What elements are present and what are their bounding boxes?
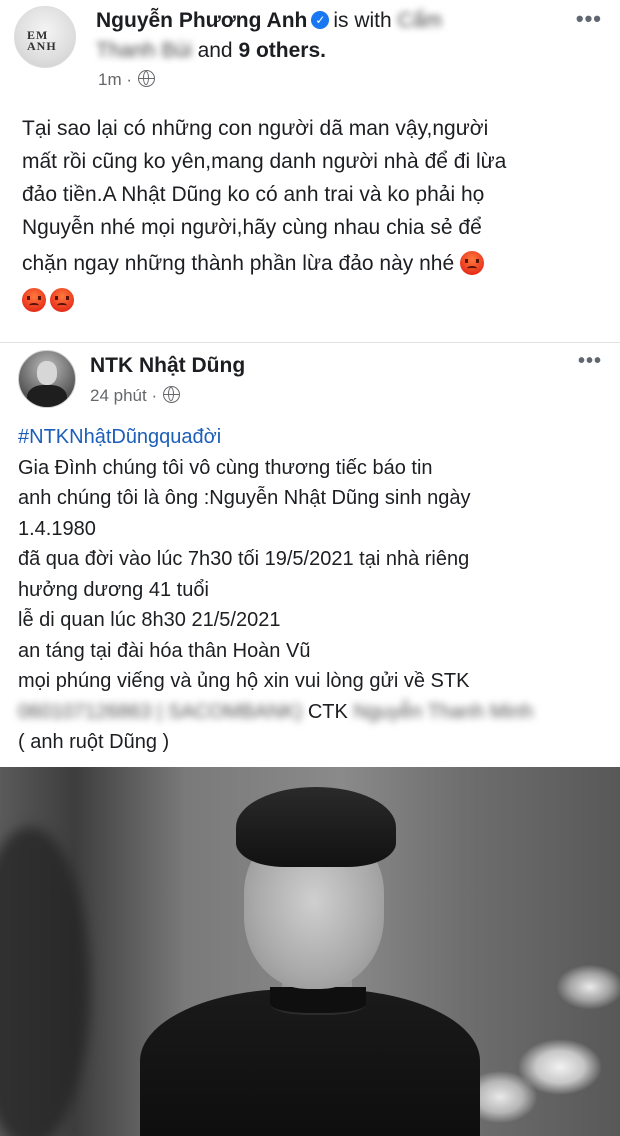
tagged-person-blurred[interactable]: Cẩm	[398, 9, 442, 32]
post-header: EM ANH Nguyễn Phương Anh ✓ is with Cẩm Than…	[0, 0, 620, 100]
tagged-line: Thanh Bùi and 9 others.	[96, 36, 326, 66]
angry-emoji-icon	[50, 288, 74, 312]
photo-background-figure	[0, 827, 90, 1136]
post-text: Tại sao lại có những con người dã man vậ…	[22, 112, 602, 317]
post-line-with-emoji: chặn ngay những thành phần lừa đảo này n…	[22, 247, 602, 280]
shared-author-name[interactable]: NTK Nhật Dũng	[90, 354, 245, 378]
post-line: Tại sao lại có những con người dã man vậ…	[22, 117, 489, 140]
account-line: 060107126863 | SACOMBANK) CTK Nguyễn Tha…	[18, 697, 608, 728]
post-line: mất rồi cũng ko yên,mang danh người nhà …	[22, 150, 507, 173]
post-line: Nguyễn nhé mọi người,hãy cùng nhau chia …	[22, 216, 482, 239]
shared-line: đã qua đời vào lúc 7h30 tối 19/5/2021 tạ…	[18, 548, 470, 570]
author-avatar[interactable]: EM ANH	[14, 6, 76, 68]
shared-line: 1.4.1980	[18, 517, 96, 540]
avatar-figure-face	[37, 361, 57, 385]
timestamp-text: 1m ·	[98, 70, 132, 89]
angry-emoji-icon	[22, 288, 46, 312]
ctk-label: CTK	[307, 700, 348, 723]
post-line: chặn ngay những thành phần lừa đảo này n…	[22, 252, 455, 275]
shared-line: hưởng dương 41 tuổi	[18, 578, 209, 601]
post-line: đảo tiền.A Nhật Dũng ko có anh trai và k…	[22, 183, 485, 206]
emoji-row	[22, 284, 602, 317]
memorial-photo[interactable]	[0, 767, 620, 1136]
shared-timestamp[interactable]: 24 phút ·	[90, 386, 181, 406]
account-holder-blurred: Nguyễn Thanh Minh	[353, 700, 534, 723]
shared-closing: ( anh ruột Dũng )	[18, 731, 170, 753]
shared-line: an táng tại đài hóa thân Hoàn Vũ	[18, 639, 311, 662]
shared-timestamp-text: 24 phút ·	[90, 386, 158, 405]
and-text: and	[197, 39, 233, 62]
shared-post-divider	[0, 342, 620, 343]
shared-line: Gia Đình chúng tôi vô cùng thương tiếc b…	[18, 456, 433, 479]
post-timestamp[interactable]: 1m ·	[98, 70, 155, 90]
with-text: is with	[333, 9, 392, 32]
photo-person-collar	[270, 987, 366, 1015]
hashtag-link[interactable]: #NTKNhậtDũngquađời	[18, 422, 608, 453]
others-link[interactable]: 9 others.	[238, 39, 326, 62]
author-line: Nguyễn Phương Anh ✓ is with Cẩm	[96, 6, 566, 36]
author-name[interactable]: Nguyễn Phương Anh	[96, 9, 307, 32]
shared-post: NTK Nhật Dũng ••• 24 phút · #NTKNhậtDũng…	[0, 344, 620, 1136]
photo-person-hair	[236, 787, 396, 867]
shared-line: lễ di quan lúc 8h30 21/5/2021	[18, 609, 281, 631]
tagged-person-blurred-2[interactable]: Thanh Bùi	[96, 39, 192, 62]
avatar-figure-body	[27, 385, 67, 407]
globe-icon	[163, 386, 181, 403]
post-more-button[interactable]: •••	[576, 6, 602, 32]
angry-emoji-icon	[459, 251, 484, 275]
shared-more-button[interactable]: •••	[578, 350, 602, 373]
shared-author-avatar[interactable]	[18, 350, 76, 408]
avatar-logo: EM ANH	[27, 28, 57, 53]
verified-badge-icon: ✓	[311, 10, 330, 29]
shared-line: anh chúng tôi là ông :Nguyễn Nhật Dũng s…	[18, 487, 471, 509]
globe-icon	[138, 70, 155, 87]
shared-line: mọi phúng viếng và ủng hộ xin vui lòng g…	[18, 670, 470, 692]
shared-post-text: #NTKNhậtDũngquađời Gia Đình chúng tôi vô…	[18, 422, 608, 758]
account-number-blurred: 060107126863 | SACOMBANK)	[18, 700, 303, 723]
